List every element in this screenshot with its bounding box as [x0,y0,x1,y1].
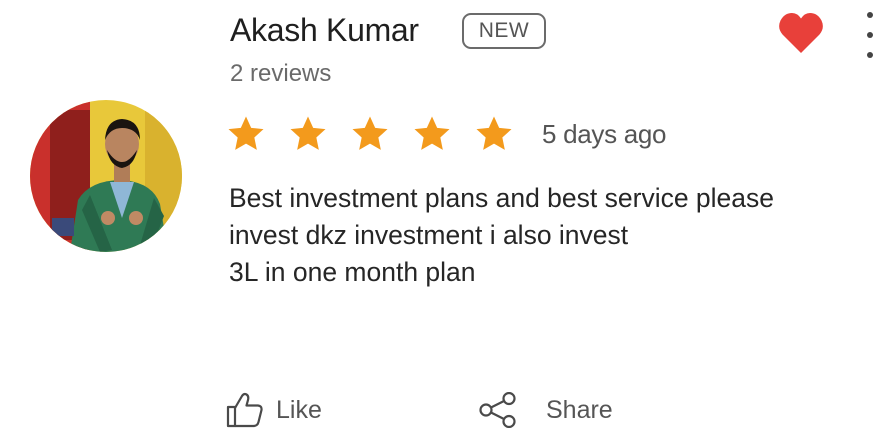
more-menu-button[interactable] [862,12,878,58]
star-icon [228,116,264,150]
avatar[interactable] [30,100,182,252]
like-button[interactable]: Like [226,392,322,428]
review-text-line: 3L in one month plan [229,257,476,287]
reviewer-name[interactable]: Akash Kumar [230,12,419,49]
more-vertical-icon [867,32,873,38]
review-count[interactable]: 2 reviews [230,60,331,88]
review-time: 5 days ago [542,118,667,149]
star-rating: 5 days ago [226,114,667,154]
more-vertical-icon [867,12,873,18]
review-text-line: invest dkz investment i also invest [229,220,629,250]
favorite-button[interactable] [778,12,824,54]
star-icon [352,116,388,150]
stars [226,114,514,154]
share-label: Share [546,395,613,424]
star-icon [290,116,326,150]
reviewer-photo [30,100,182,252]
new-badge: NEW [462,13,546,49]
star-icon [414,116,450,150]
like-label: Like [276,395,322,424]
share-icon [479,392,516,428]
more-vertical-icon [867,52,873,58]
review-card: Akash Kumar NEW 2 reviews 5 days ago Bes… [0,0,881,435]
review-text-line: Best investment plans and best service p… [229,183,775,213]
review-text: Best investment plans and best service p… [229,180,879,291]
thumbs-up-icon [226,392,263,428]
share-button[interactable]: Share [478,392,613,428]
star-icon [476,116,512,150]
heart-icon [779,13,823,53]
